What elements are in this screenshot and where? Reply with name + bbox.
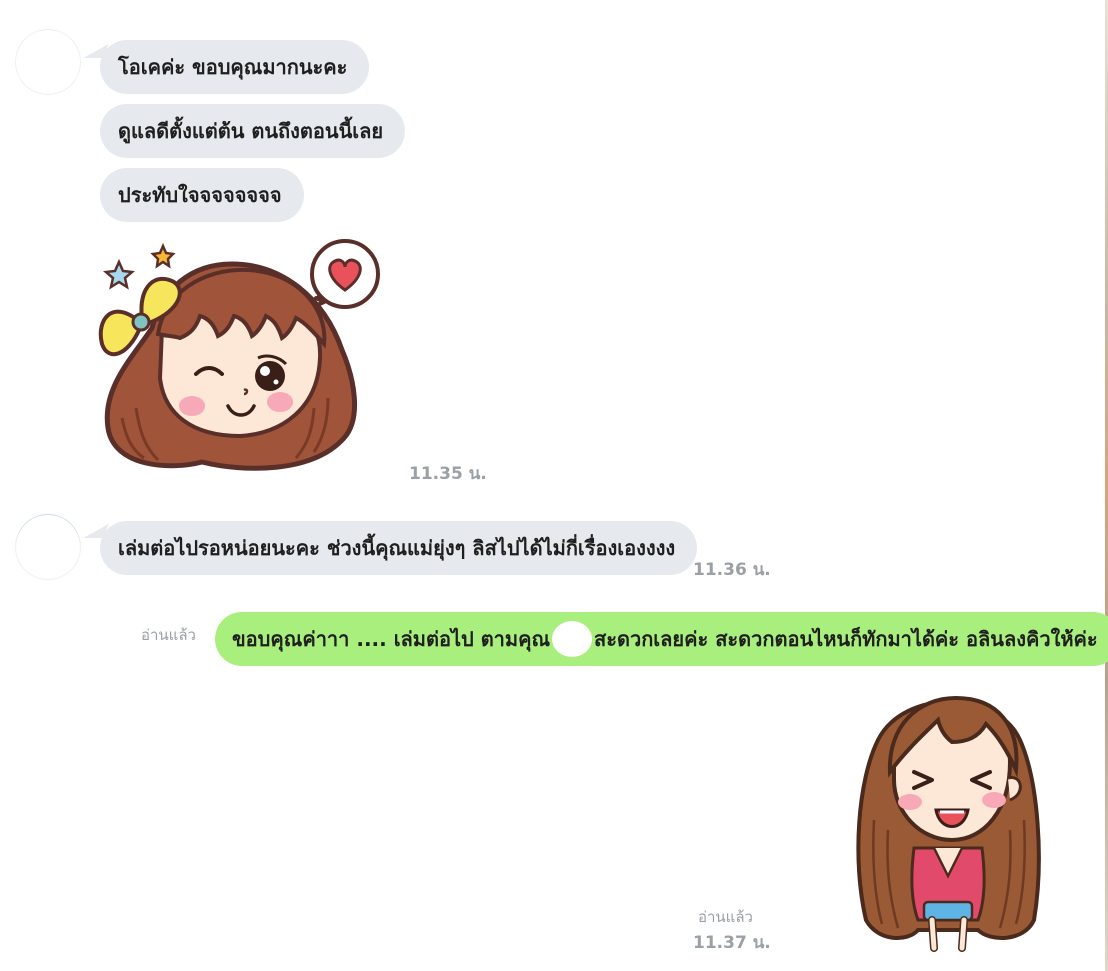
wink-girl-sticker[interactable] xyxy=(92,238,384,478)
contact-avatar[interactable] xyxy=(16,30,80,94)
incoming-message[interactable]: เล่มต่อไปรอหน่อยนะคะ ช่วงนี้คุณแม่ยุ่งๆ … xyxy=(100,521,698,575)
read-receipt: อ่านแล้ว xyxy=(141,626,196,644)
contact-avatar[interactable] xyxy=(16,515,80,579)
star-icon xyxy=(103,258,135,290)
message-timestamp: 11.37 น. xyxy=(693,933,771,953)
outgoing-message-text: ขอบคุณค่าาา .... เล่มต่อไป ตามคุณ xyxy=(232,627,551,651)
chat-area: โอเคค่ะ ขอบคุณมากนะคะ ดูแลดีตั้งแต่ต้น ต… xyxy=(0,0,1108,971)
incoming-message[interactable]: ดูแลดีตั้งแต่ต้น ตนถึงตอนนี้เลย xyxy=(100,104,406,158)
redaction-mark xyxy=(552,620,593,657)
message-timestamp: 11.36 น. xyxy=(693,560,771,580)
outgoing-message-text: สะดวกเลยค่ะ สะดวกตอนไหนก็ทักมาได้ค่ะ อลิ… xyxy=(594,627,1098,651)
incoming-message[interactable]: ประทับใจจจจจจจจ xyxy=(100,168,304,222)
star-icon xyxy=(150,242,176,269)
read-receipt: อ่านแล้ว xyxy=(698,908,753,926)
outgoing-message[interactable]: ขอบคุณค่าาา .... เล่มต่อไป ตามคุณ สะดวกเล… xyxy=(215,612,1108,666)
laughing-girl-sticker[interactable] xyxy=(848,680,1048,952)
incoming-message[interactable]: โอเคค่ะ ขอบคุณมากนะคะ xyxy=(100,40,370,94)
message-timestamp: 11.35 น. xyxy=(409,464,487,484)
